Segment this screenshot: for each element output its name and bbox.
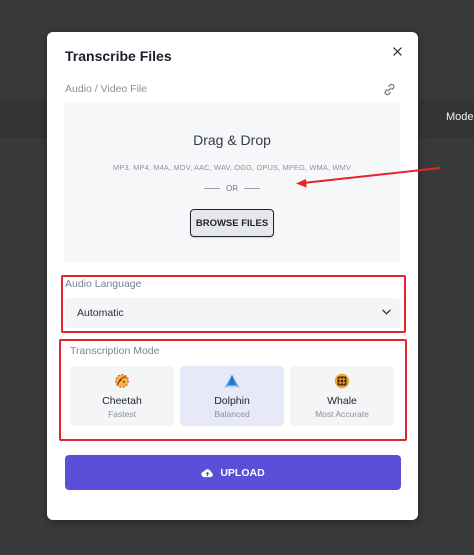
mode-option-whale[interactable]: Whale Most Accurate bbox=[290, 366, 394, 426]
mode-option-cheetah[interactable]: Cheetah Fastest bbox=[70, 366, 174, 426]
close-icon bbox=[392, 46, 402, 56]
audio-language-select[interactable]: Automatic bbox=[65, 298, 401, 328]
mode-name: Dolphin bbox=[214, 395, 250, 407]
or-divider: OR bbox=[64, 184, 400, 193]
mode-name: Cheetah bbox=[102, 395, 142, 407]
divider-line-left bbox=[204, 188, 220, 189]
close-button[interactable] bbox=[388, 42, 406, 60]
dolphin-icon bbox=[224, 374, 240, 388]
file-section-label: Audio / Video File bbox=[65, 83, 148, 95]
chevron-down-icon bbox=[382, 309, 391, 315]
mode-option-dolphin[interactable]: Dolphin Balanced bbox=[180, 366, 284, 426]
mode-description: Balanced bbox=[214, 409, 250, 419]
background-model-label: Mode bbox=[446, 111, 474, 123]
upload-label: UPLOAD bbox=[220, 466, 265, 479]
browse-files-button[interactable]: BROWSE FILES bbox=[190, 209, 274, 237]
dropzone-title: Drag & Drop bbox=[193, 132, 271, 148]
mode-description: Most Accurate bbox=[315, 409, 369, 419]
mode-description: Fastest bbox=[108, 409, 136, 419]
file-dropzone[interactable]: Drag & Drop MP3, MP4, M4A, MOV, AAC, WAV… bbox=[64, 102, 400, 262]
url-link-button[interactable] bbox=[382, 82, 398, 98]
link-icon bbox=[384, 83, 395, 96]
audio-language-value: Automatic bbox=[77, 307, 124, 319]
transcribe-modal: Transcribe Files Audio / Video File Drag… bbox=[47, 32, 418, 520]
modal-title: Transcribe Files bbox=[65, 48, 172, 64]
cheetah-icon bbox=[115, 374, 129, 388]
supported-formats: MP3, MP4, M4A, MOV, AAC, WAV, OGG, OPUS,… bbox=[113, 163, 351, 172]
transcription-mode-label: Transcription Mode bbox=[70, 345, 160, 357]
or-text: OR bbox=[226, 184, 238, 193]
audio-language-label: Audio Language bbox=[65, 278, 142, 290]
cloud-upload-icon bbox=[201, 468, 214, 477]
divider-line-right bbox=[244, 188, 260, 189]
whale-icon bbox=[334, 373, 350, 389]
upload-button[interactable]: UPLOAD bbox=[65, 455, 401, 490]
mode-name: Whale bbox=[327, 395, 357, 407]
